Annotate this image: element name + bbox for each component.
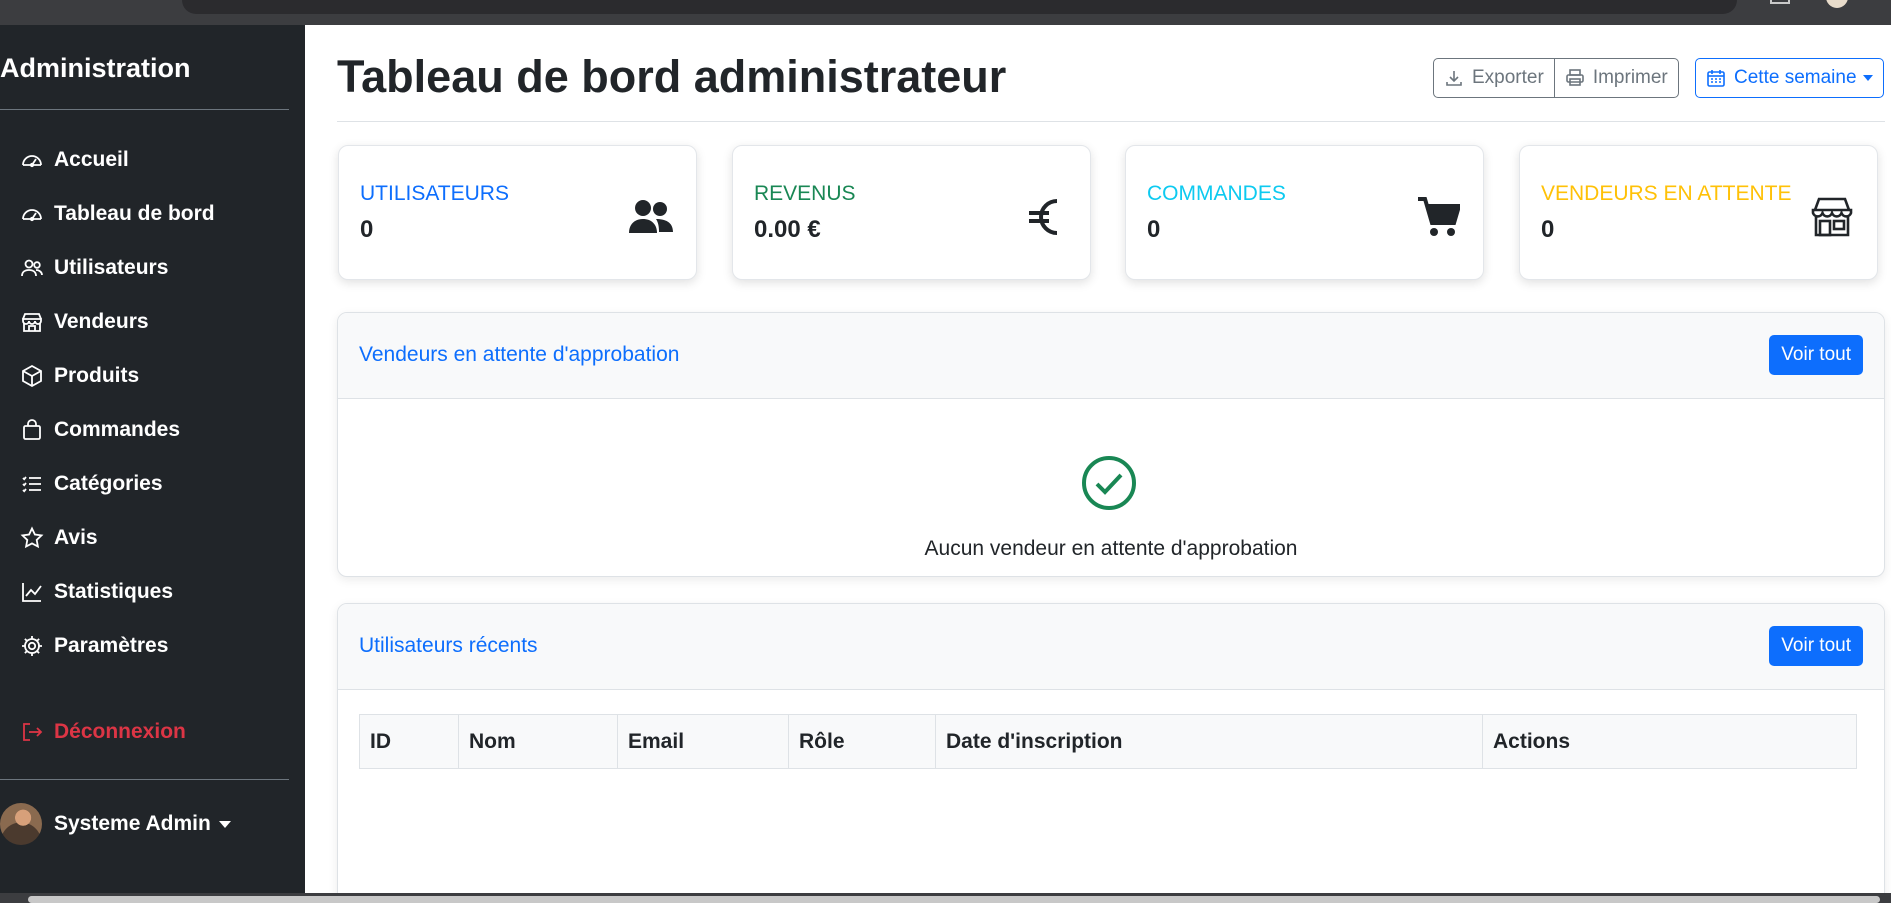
graph-icon: [20, 580, 44, 604]
view-all-vendors-button[interactable]: Voir tout: [1769, 335, 1863, 375]
sidebar-item-label: Tableau de bord: [54, 202, 215, 225]
printer-icon: [1565, 68, 1585, 88]
logout-link[interactable]: Déconnexion: [20, 714, 186, 750]
star-icon: [20, 526, 44, 550]
sidebar-item-label: Commandes: [54, 418, 181, 441]
sidebar-item-label: Paramètres: [54, 634, 169, 657]
download-icon: [1444, 68, 1464, 88]
print-label: Imprimer: [1592, 67, 1668, 88]
caret-down-icon: [218, 820, 231, 828]
store-icon: [20, 310, 44, 334]
sidebar-item-utilisateurs[interactable]: Utilisateurs: [20, 250, 168, 286]
euro-icon: [1022, 194, 1068, 240]
stat-card-orders: COMMANDES 0: [1125, 145, 1484, 280]
column-header-actions[interactable]: Actions: [1482, 714, 1857, 769]
check-circle-icon: [1081, 455, 1137, 511]
sidebar-item-statistiques[interactable]: Statistiques: [20, 574, 173, 610]
period-label: Cette semaine: [1734, 67, 1857, 88]
stat-card-revenue: REVENUS 0.00 €: [732, 145, 1091, 280]
view-all-users-button[interactable]: Voir tout: [1769, 626, 1863, 666]
sidebar-item-label: Produits: [54, 364, 140, 387]
sidebar-item-avis[interactable]: Avis: [20, 520, 98, 556]
tray-icon[interactable]: [1770, 0, 1790, 4]
stat-label: REVENUS: [754, 182, 856, 205]
sidebar-item-categories[interactable]: Catégories: [20, 466, 163, 502]
address-bar[interactable]: [182, 0, 1737, 14]
panel-title: Vendeurs en attente d'approbation: [359, 343, 680, 366]
users-icon: [628, 194, 674, 240]
sidebar-item-tableau-de-bord[interactable]: Tableau de bord: [20, 196, 215, 232]
stat-card-pending-vendors: VENDEURS EN ATTENTE 0: [1519, 145, 1878, 280]
cart-icon: [1415, 194, 1461, 240]
sidebar-item-accueil[interactable]: Accueil: [20, 142, 129, 178]
pending-vendors-panel: Vendeurs en attente d'approbation Voir t…: [337, 312, 1885, 577]
title-divider: [337, 121, 1885, 122]
list-check-icon: [20, 472, 44, 496]
caret-down-icon: [1862, 75, 1873, 81]
sidebar-item-parametres[interactable]: Paramètres: [20, 628, 168, 664]
sidebar-divider: [0, 779, 289, 780]
horizontal-scrollbar[interactable]: [0, 893, 1891, 903]
sidebar-item-label: Statistiques: [54, 580, 174, 603]
stat-value: 0: [1147, 216, 1161, 243]
page-title: Tableau de bord administrateur: [337, 51, 1007, 102]
sidebar-item-produits[interactable]: Produits: [20, 358, 139, 394]
recent-users-table: ID Nom Email Rôle Date d'inscription Act…: [359, 714, 1857, 769]
export-button[interactable]: Exporter: [1433, 58, 1555, 98]
people-icon: [20, 256, 44, 280]
browser-top-bar: [0, 0, 1891, 25]
sidebar-item-commandes[interactable]: Commandes: [20, 412, 180, 448]
export-print-group: Exporter Imprimer: [1433, 58, 1679, 98]
sidebar-item-vendeurs[interactable]: Vendeurs: [20, 304, 149, 340]
panel-title: Utilisateurs récents: [359, 634, 538, 657]
stat-label: VENDEURS EN ATTENTE: [1541, 182, 1792, 205]
logout-icon: [20, 720, 44, 744]
user-name: Systeme Admin: [54, 812, 211, 835]
scrollbar-thumb[interactable]: [28, 896, 1880, 903]
sidebar: Administration Accueil Tableau de bord U…: [0, 25, 305, 893]
sidebar-divider: [0, 109, 289, 110]
column-header-email[interactable]: Email: [617, 714, 789, 769]
table-header-row: ID Nom Email Rôle Date d'inscription Act…: [359, 714, 1857, 769]
avatar: [0, 803, 42, 845]
column-header-date[interactable]: Date d'inscription: [935, 714, 1483, 769]
sidebar-item-label: Catégories: [54, 472, 163, 495]
column-header-nom[interactable]: Nom: [458, 714, 618, 769]
stat-value: 0: [360, 216, 374, 243]
stat-value: 0: [1541, 216, 1555, 243]
empty-state-text: Aucun vendeur en attente d'approbation: [924, 537, 1298, 560]
panel-header: Vendeurs en attente d'approbation Voir t…: [338, 313, 1884, 399]
user-menu[interactable]: Systeme Admin: [0, 803, 231, 845]
sidebar-brand: Administration: [0, 53, 191, 83]
period-dropdown[interactable]: Cette semaine: [1695, 58, 1884, 98]
speedometer-icon: [20, 148, 44, 172]
logout-label: Déconnexion: [54, 720, 186, 743]
gear-icon: [20, 634, 44, 658]
speedometer-icon: [20, 202, 44, 226]
column-header-id[interactable]: ID: [359, 714, 459, 769]
sidebar-item-label: Avis: [54, 526, 98, 549]
export-label: Exporter: [1472, 67, 1544, 88]
main-content: Tableau de bord administrateur Exporter …: [305, 25, 1891, 903]
panel-header: Utilisateurs récents Voir tout: [338, 604, 1884, 690]
recent-users-panel: Utilisateurs récents Voir tout ID Nom Em…: [337, 603, 1885, 903]
stat-card-users: UTILISATEURS 0: [338, 145, 697, 280]
sidebar-item-label: Utilisateurs: [54, 256, 169, 279]
sidebar-item-label: Accueil: [54, 148, 129, 171]
profile-icon[interactable]: [1826, 0, 1848, 8]
sidebar-item-label: Vendeurs: [54, 310, 149, 333]
column-header-role[interactable]: Rôle: [788, 714, 936, 769]
stat-value: 0.00 €: [754, 216, 821, 243]
print-button[interactable]: Imprimer: [1553, 58, 1679, 98]
bag-icon: [20, 418, 44, 442]
stat-label: UTILISATEURS: [360, 182, 509, 205]
box-icon: [20, 364, 44, 388]
stat-label: COMMANDES: [1147, 182, 1286, 205]
store-icon: [1809, 194, 1855, 240]
calendar-icon: [1706, 68, 1726, 88]
